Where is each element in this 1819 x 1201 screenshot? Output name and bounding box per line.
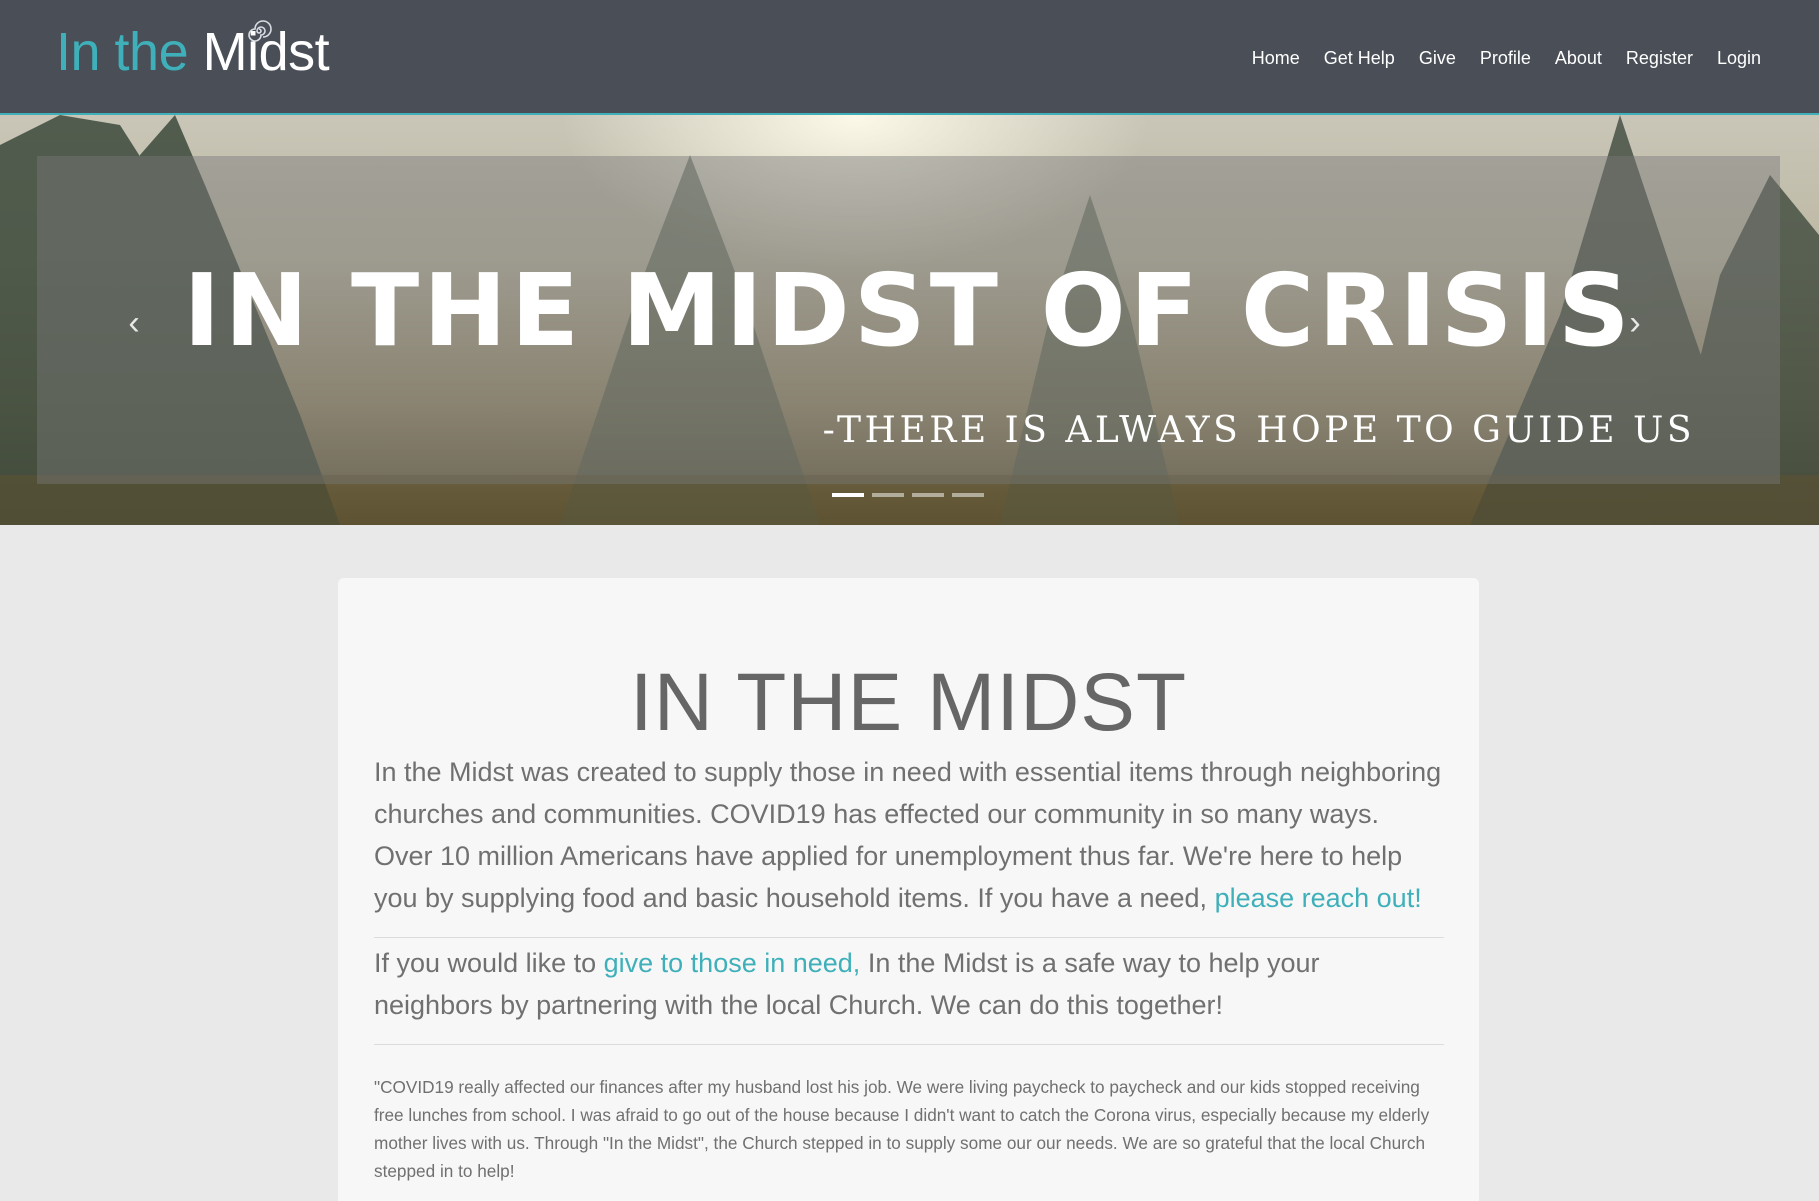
testimonial-quote: "COVID19 really affected our finances af… [374,1077,1430,1181]
give-prefix: If you would like to [374,948,604,978]
nav-about[interactable]: About [1543,40,1614,76]
give-paragraph: If you would like to give to those in ne… [374,942,1444,1026]
give-link[interactable]: give to those in need, [604,948,861,978]
logo-text-part1: In the [56,22,189,82]
nav-login[interactable]: Login [1705,40,1773,76]
nav-get-help[interactable]: Get Help [1312,40,1407,76]
hero-subtitle: -THERE IS ALWAYS HOPE TO GUIDE US [822,410,1695,451]
carousel-prev-button[interactable]: ‹ [114,303,154,343]
divider [374,937,1444,938]
nav-profile[interactable]: Profile [1468,40,1543,76]
intro-paragraph: In the Midst was created to supply those… [374,751,1444,919]
divider [374,1044,1444,1045]
main-nav: Home Get Help Give Profile About Registe… [1240,40,1773,76]
nav-home[interactable]: Home [1240,40,1312,76]
swirl-icon [248,20,272,42]
page-title: IN THE MIDST [629,657,1188,748]
chevron-left-icon: ‹ [128,304,140,342]
navbar: In the Midst Home Get Help Give Profile … [0,0,1819,115]
nav-register[interactable]: Register [1614,40,1705,76]
carousel-indicators [832,493,984,497]
carousel-indicator[interactable] [912,493,944,497]
carousel-next-button[interactable]: › [1615,303,1655,343]
about-card: IN THE MIDST In the Midst was created to… [338,578,1479,1201]
hero-carousel: IN THE MIDST OF CRISIS -THERE IS ALWAYS … [0,115,1819,525]
carousel-indicator[interactable] [872,493,904,497]
carousel-indicator[interactable] [832,493,864,497]
site-logo[interactable]: In the Midst [56,20,330,82]
reach-out-link[interactable]: please reach out! [1215,883,1422,913]
carousel-indicator[interactable] [952,493,984,497]
hero-title: IN THE MIDST OF CRISIS [183,252,1634,369]
hero-caption: IN THE MIDST OF CRISIS -THERE IS ALWAYS … [37,156,1780,484]
nav-give[interactable]: Give [1407,40,1468,76]
chevron-right-icon: › [1629,304,1641,342]
